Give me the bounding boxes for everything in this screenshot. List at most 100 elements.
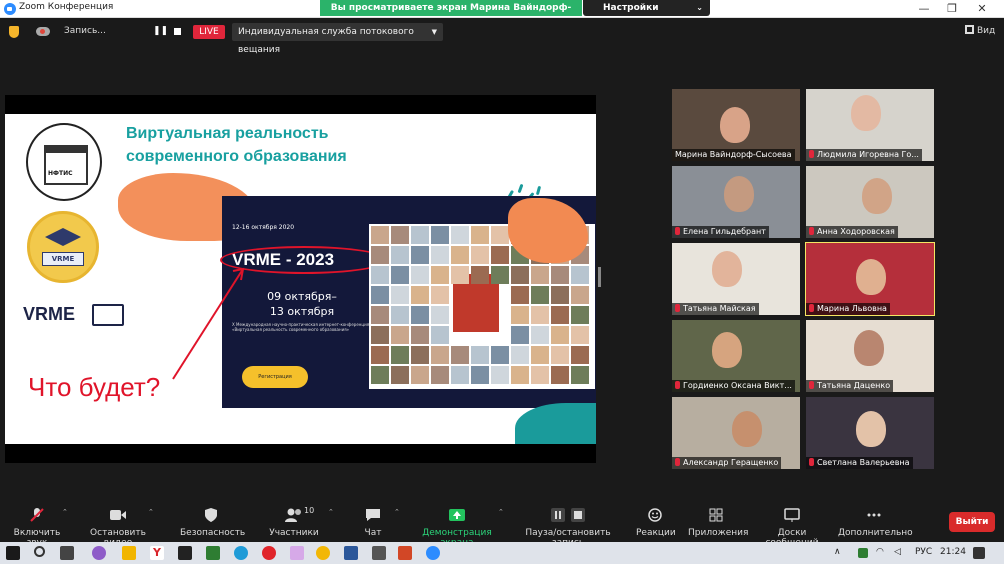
- powerpoint-icon[interactable]: [398, 546, 412, 560]
- window-title: Zoom Конференция: [19, 2, 114, 12]
- chevron-up-icon[interactable]: ⌃: [62, 508, 68, 516]
- collage-photo: [411, 326, 429, 344]
- participant-name-text: Анна Ходоровская: [817, 227, 895, 236]
- collage-photo: [451, 346, 469, 364]
- word-icon[interactable]: [344, 546, 358, 560]
- opera-browser-icon[interactable]: [262, 546, 276, 560]
- share-screen-button[interactable]: Демонстрация экрана ⌃: [410, 508, 504, 548]
- collage-photo: [431, 286, 449, 304]
- close-button[interactable]: ✕: [968, 0, 996, 17]
- unmute-button[interactable]: Включить звук ⌃: [4, 508, 70, 548]
- tray-app-icon[interactable]: [858, 548, 868, 558]
- yandex-browser-icon[interactable]: Y: [150, 546, 164, 560]
- participant-name: Анна Ходоровская: [806, 226, 898, 238]
- participant-tile[interactable]: Татьяна Майская: [672, 243, 800, 315]
- amazon-icon[interactable]: [178, 546, 192, 560]
- vrme-wordmark: VRME: [23, 304, 76, 324]
- game-app-icon[interactable]: [206, 546, 220, 560]
- security-button[interactable]: Безопасность: [180, 508, 245, 540]
- zoom-taskbar-icon[interactable]: [426, 546, 440, 560]
- collage-photo: [431, 266, 449, 284]
- participant-video: [851, 95, 881, 131]
- chat-bubble-icon: [366, 509, 380, 521]
- chrome-browser-icon[interactable]: [316, 546, 330, 560]
- slide-title: Виртуальная реальность современного обра…: [126, 125, 347, 165]
- apps-label: Приложения: [688, 528, 749, 538]
- chevron-up-icon[interactable]: ⌃: [328, 508, 334, 516]
- file-explorer-icon[interactable]: [122, 546, 136, 560]
- collage-photo: [471, 346, 489, 364]
- security-shield-icon: [205, 508, 217, 522]
- collage-photo: [431, 326, 449, 344]
- collage-photo: [511, 326, 529, 344]
- shield-icon[interactable]: [9, 26, 19, 38]
- collage-photo: [391, 286, 409, 304]
- chevron-up-icon[interactable]: ⌃: [498, 508, 504, 516]
- stop-recording-button[interactable]: [174, 28, 181, 35]
- participant-tile[interactable]: Марина Львовна: [805, 242, 935, 316]
- participant-video: [712, 251, 742, 287]
- notifications-icon[interactable]: [973, 547, 985, 559]
- pause-stop-recording-button[interactable]: Пауза/остановить запись: [514, 508, 622, 548]
- collage-photo: [551, 286, 569, 304]
- screen-share-banner: Вы просматриваете экран Марина Вайндорф-…: [320, 0, 582, 29]
- participants-count: 10: [304, 506, 315, 515]
- vrme-badge-logo: VRME: [27, 211, 99, 283]
- maximize-button[interactable]: ❐: [938, 0, 966, 17]
- minimize-button[interactable]: —: [910, 0, 938, 17]
- collage-photo: [471, 226, 489, 244]
- poster-dates: 09 октября– 13 октября: [267, 290, 337, 318]
- clock[interactable]: 21:24: [940, 547, 966, 557]
- collage-photo: [571, 306, 589, 324]
- taskbar-app-icon[interactable]: [372, 546, 386, 560]
- tray-chevron-up-icon[interactable]: ∧: [834, 547, 841, 557]
- whiteboards-button[interactable]: Доски сообщений: [752, 508, 832, 548]
- muted-mic-icon: [675, 227, 680, 235]
- participant-tile[interactable]: Людмила Игоревна Го...: [806, 89, 934, 161]
- collage-photo: [491, 366, 509, 384]
- collage-photo: [431, 366, 449, 384]
- participant-tile[interactable]: Елена Гильдебрант: [672, 166, 800, 238]
- chevron-up-icon[interactable]: ⌃: [148, 508, 154, 516]
- app-icon-purple[interactable]: [92, 546, 106, 560]
- search-icon[interactable]: [34, 546, 45, 557]
- wifi-icon[interactable]: ◠: [876, 547, 884, 557]
- collage-photo: [411, 306, 429, 324]
- stream-service-select[interactable]: Индивидуальная служба потокового вещания…: [232, 23, 443, 55]
- apps-button[interactable]: Приложения: [688, 508, 748, 540]
- collage-photo: [471, 266, 489, 284]
- collage-photo: [571, 326, 589, 344]
- presentation-slide: НФТИС VRME VRME Виртуальная реальность с…: [5, 114, 596, 444]
- paint-app-icon[interactable]: [290, 546, 304, 560]
- collage-photo: [511, 346, 529, 364]
- muted-mic-icon: [809, 227, 814, 235]
- chat-button[interactable]: Чат ⌃: [356, 508, 400, 540]
- participant-tile[interactable]: Марина Вайндорф-Сысоева: [672, 89, 800, 161]
- speaker-icon[interactable]: ◁: [894, 547, 901, 557]
- view-options-menu[interactable]: Настройки просмотра⌄: [583, 0, 710, 29]
- reactions-button[interactable]: Реакции: [636, 508, 676, 540]
- participant-tile[interactable]: Александр Геращенко: [672, 397, 800, 469]
- pause-recording-button[interactable]: ❚❚: [153, 26, 168, 36]
- leave-button[interactable]: Выйти: [949, 512, 995, 532]
- stop-video-button[interactable]: Остановить видео ⌃: [78, 508, 158, 548]
- participants-button[interactable]: 10 Участники ⌃: [268, 506, 334, 540]
- start-windows-icon[interactable]: [6, 546, 20, 560]
- edge-browser-icon[interactable]: [234, 546, 248, 560]
- keyboard-language[interactable]: РУС: [915, 547, 932, 557]
- more-button[interactable]: Дополнительно: [838, 508, 913, 540]
- chevron-up-icon[interactable]: ⌃: [394, 508, 400, 516]
- participant-tile[interactable]: Анна Ходоровская: [806, 166, 934, 238]
- participant-name-text: Гордиенко Оксана Викт...: [683, 381, 792, 390]
- participant-name-text: Марина Львовна: [817, 304, 887, 313]
- task-view-icon[interactable]: [60, 546, 74, 560]
- panel-resize-handle[interactable]: [598, 267, 601, 287]
- collage-photo: [451, 246, 469, 264]
- chevron-down-icon: ⌄: [696, 3, 703, 12]
- view-button[interactable]: Вид: [965, 25, 995, 36]
- collage-photo: [371, 346, 389, 364]
- participant-tile[interactable]: Татьяна Даценко: [806, 320, 934, 392]
- participant-tile[interactable]: Светлана Валерьевна: [806, 397, 934, 469]
- participant-tile[interactable]: Гордиенко Оксана Викт...: [672, 320, 800, 392]
- cloud-recording-icon: [36, 27, 50, 36]
